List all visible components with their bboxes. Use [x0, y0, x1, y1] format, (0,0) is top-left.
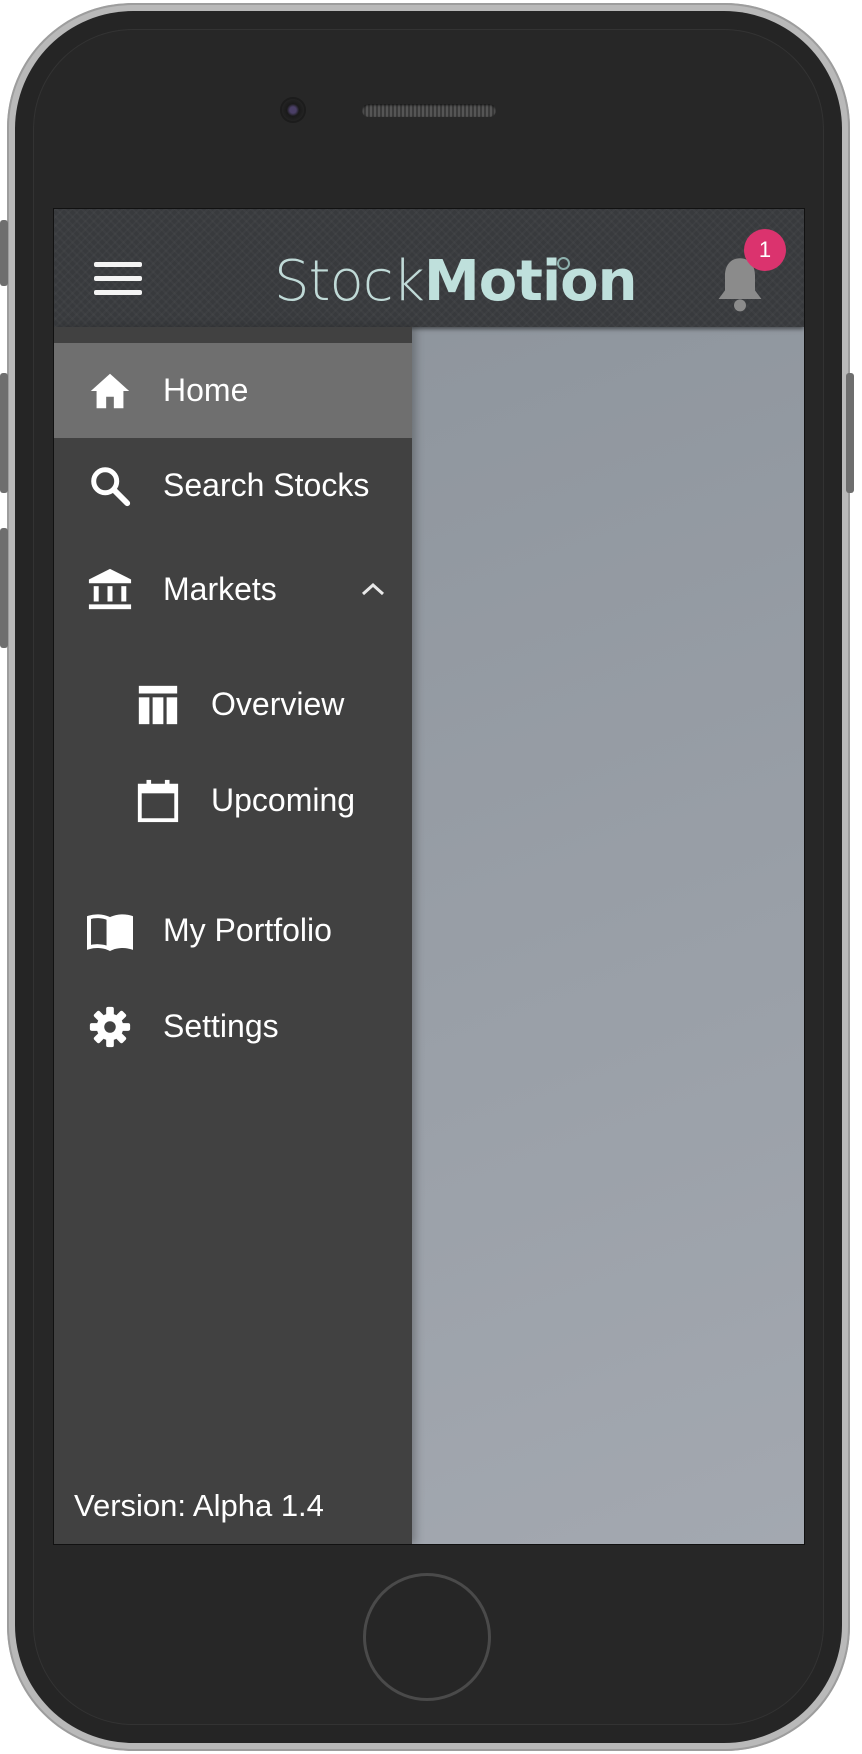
mute-switch	[0, 220, 8, 286]
app-logo: StockMotion	[274, 247, 637, 317]
volume-down-button	[0, 528, 8, 648]
notification-badge[interactable]: 1	[744, 229, 786, 271]
version-label: Version: Alpha 1.4	[74, 1488, 324, 1523]
power-button	[846, 373, 854, 493]
logo-dot-icon	[557, 257, 570, 270]
nav-item-settings[interactable]: Settings	[54, 979, 412, 1074]
nav-item-overview[interactable]: Overview	[54, 657, 412, 752]
home-icon	[90, 373, 130, 409]
nav-item-label: Markets	[163, 571, 277, 607]
bank-icon	[88, 568, 132, 610]
nav-item-label: Settings	[163, 1008, 279, 1044]
nav-item-label: My Portfolio	[163, 912, 332, 948]
home-button[interactable]	[363, 1573, 491, 1701]
volume-up-button	[0, 373, 8, 493]
book-icon	[87, 914, 133, 952]
front-camera	[282, 99, 304, 121]
nav-item-search-stocks[interactable]: Search Stocks	[54, 438, 412, 533]
logo-text-bold: Motion	[423, 249, 638, 314]
search-icon	[91, 467, 131, 507]
nav-item-label: Home	[163, 372, 249, 408]
app-header: StockMotion 1	[54, 209, 804, 327]
logo-text-light: Stock	[274, 249, 425, 314]
gear-icon	[89, 1006, 131, 1048]
nav-item-my-portfolio[interactable]: My Portfolio	[54, 883, 412, 978]
nav-item-markets[interactable]: Markets	[54, 542, 412, 637]
nav-item-label: Overview	[211, 686, 345, 722]
nav-item-home[interactable]: Home	[54, 343, 412, 438]
hamburger-menu-icon[interactable]	[94, 262, 142, 298]
calendar-icon	[137, 779, 179, 823]
chevron-up-icon[interactable]	[358, 579, 388, 599]
app-screen: StockMotion 1 Home Search Stocks Markets…	[53, 208, 805, 1545]
navigation-drawer: Home Search Stocks Markets Overview Upco…	[54, 327, 412, 1544]
nav-item-upcoming[interactable]: Upcoming	[54, 753, 412, 848]
earpiece-speaker	[362, 104, 496, 117]
nav-item-label: Upcoming	[211, 782, 356, 818]
nav-item-label: Search Stocks	[163, 467, 370, 503]
table-icon	[138, 685, 178, 725]
